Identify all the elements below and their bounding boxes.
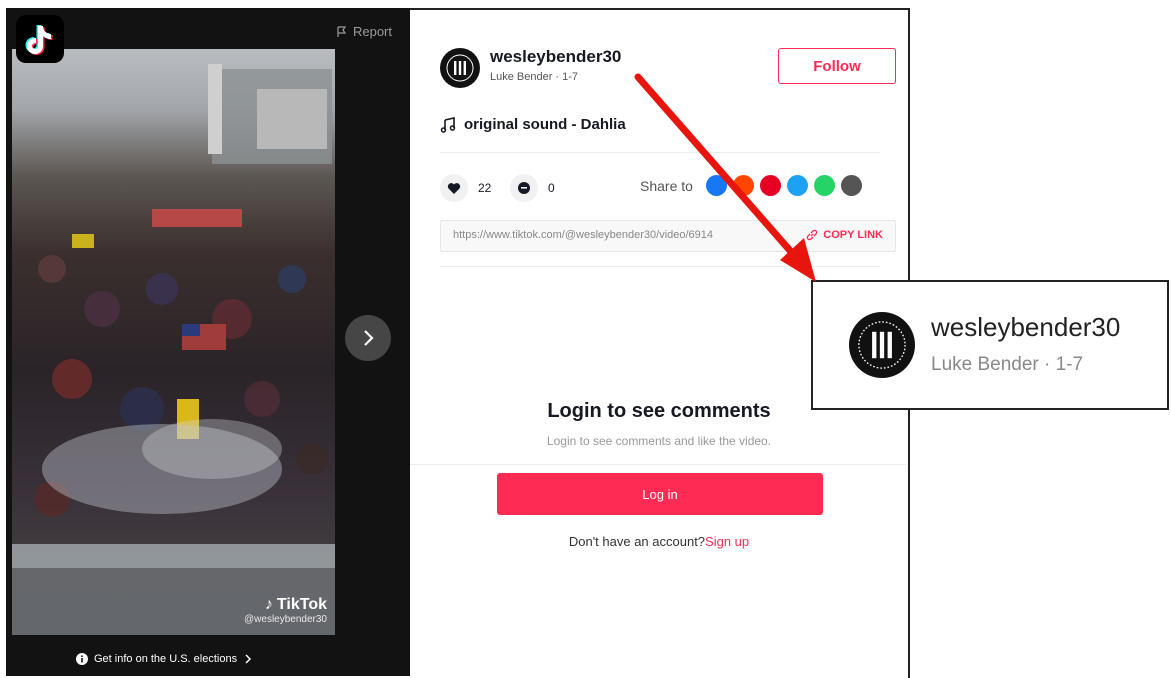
video-player[interactable]: ♪ TikTok @wesleybender30 <box>12 49 335 635</box>
login-subtitle: Login to see comments and like the video… <box>546 434 772 448</box>
watermark-handle: @wesleybender30 <box>244 614 327 625</box>
heart-icon <box>440 174 468 202</box>
comment-stat[interactable]: 0 <box>510 174 555 202</box>
divider <box>440 152 880 153</box>
link-icon <box>807 229 818 241</box>
copy-link-button[interactable]: COPY LINK <box>806 229 883 241</box>
no-account-text: Don't have an account? <box>568 534 706 549</box>
twitter-icon[interactable] <box>787 175 808 196</box>
election-info-label: Get info on the U.S. elections <box>94 653 238 665</box>
tiktok-logo-icon[interactable] <box>16 15 64 63</box>
flag-icon <box>337 25 347 37</box>
reddit-icon[interactable] <box>733 175 754 196</box>
like-count: 22 <box>478 181 492 195</box>
music-note-icon <box>440 116 456 133</box>
divider <box>410 464 906 465</box>
comment-count: 0 <box>548 181 555 195</box>
sound-label: original sound - Dahlia <box>464 116 626 133</box>
tiktok-note-icon: ♪ <box>264 596 273 613</box>
whatsapp-icon[interactable] <box>814 175 835 196</box>
divider <box>440 266 880 267</box>
follow-button[interactable]: Follow <box>778 48 896 84</box>
login-button[interactable]: Log in <box>497 473 823 515</box>
report-button[interactable]: Report <box>336 24 392 39</box>
zoom-callout: wesleybender30 Luke Bender · 1-7 <box>811 280 1169 410</box>
callout-subline: Luke Bender · 1-7 <box>931 354 1084 375</box>
watermark-brand: TikTok <box>276 596 327 613</box>
author-avatar[interactable] <box>440 48 480 88</box>
copy-link-label: COPY LINK <box>823 229 883 241</box>
callout-avatar <box>849 312 915 378</box>
pinterest-icon[interactable] <box>760 175 781 196</box>
video-url[interactable]: https://www.tiktok.com/@wesleybender30/v… <box>453 229 771 241</box>
like-stat[interactable]: 22 <box>440 174 491 202</box>
chevron-right-icon <box>364 330 374 346</box>
callout-username: wesleybender30 <box>931 312 1121 342</box>
embed-icon[interactable] <box>841 175 862 196</box>
signup-row: Don't have an account?Sign up <box>410 534 908 549</box>
video-panel: ♪ TikTok @wesleybender30 Report Get info… <box>6 8 410 676</box>
info-icon <box>76 653 88 665</box>
facebook-icon[interactable] <box>706 175 727 196</box>
chevron-right-small-icon <box>245 654 252 664</box>
share-icons <box>706 175 862 196</box>
share-label: Share to <box>640 178 693 194</box>
copy-link-box: https://www.tiktok.com/@wesleybender30/v… <box>440 220 896 252</box>
election-info-link[interactable]: Get info on the U.S. elections <box>76 653 253 665</box>
video-scene <box>12 64 335 635</box>
signup-link[interactable]: Sign up <box>705 534 749 549</box>
author-subline: Luke Bender · 1-7 <box>490 71 579 83</box>
author-username[interactable]: wesleybender30 <box>490 47 621 67</box>
tiktok-watermark: ♪ TikTok @wesleybender30 <box>244 596 327 625</box>
next-video-button[interactable] <box>345 315 391 361</box>
comment-icon <box>510 174 538 202</box>
sound-link[interactable]: original sound - Dahlia <box>440 116 626 133</box>
report-label: Report <box>352 24 392 39</box>
